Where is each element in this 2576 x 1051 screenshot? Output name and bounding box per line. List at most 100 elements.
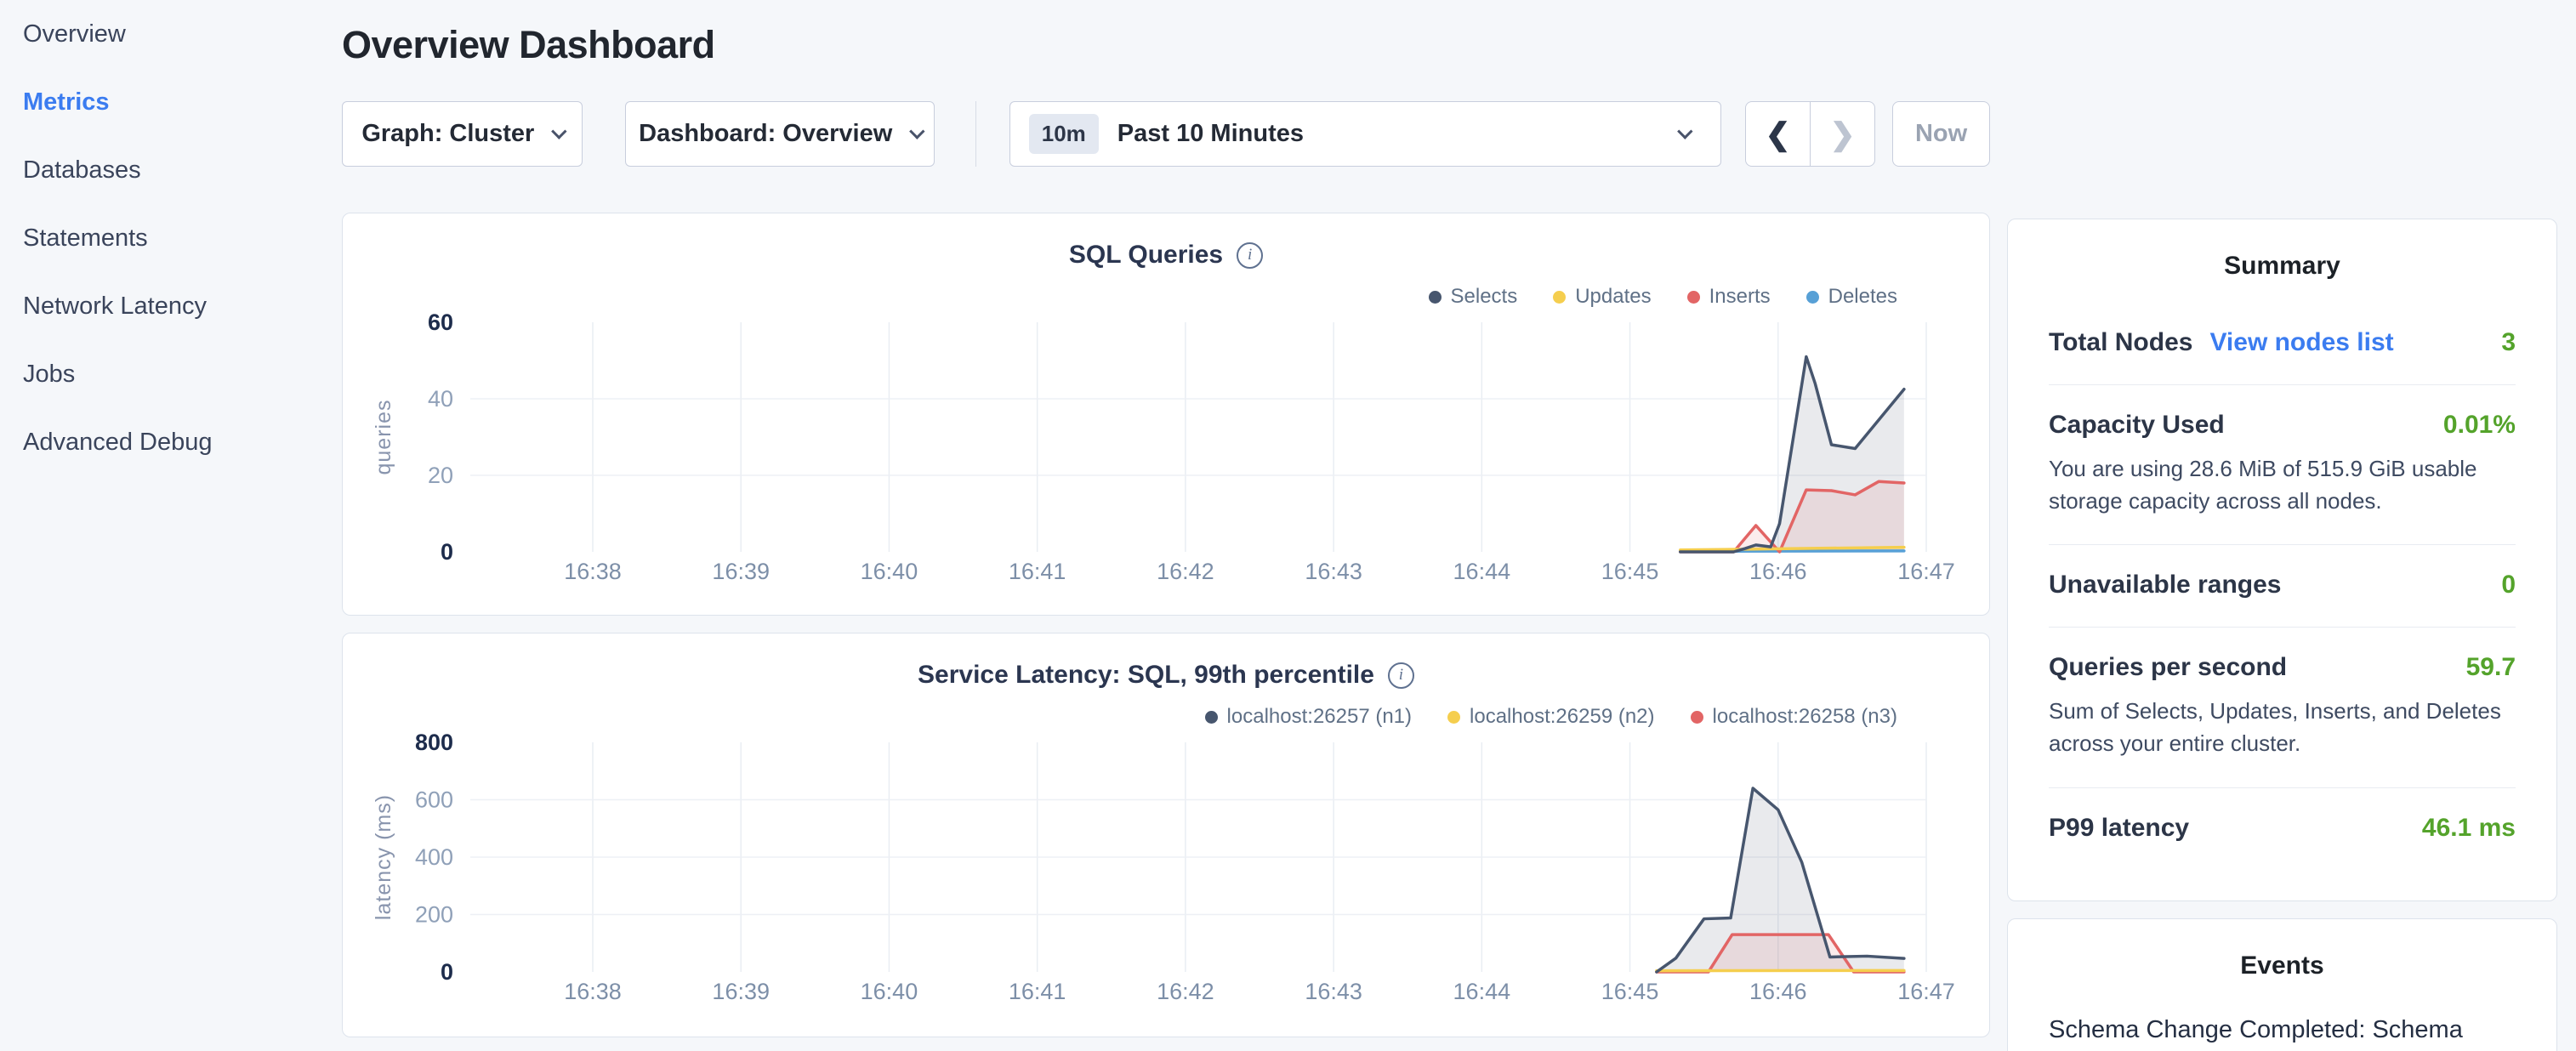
svg-text:16:43: 16:43 <box>1305 559 1362 584</box>
sidebar-item-statements[interactable]: Statements <box>0 204 332 272</box>
info-icon[interactable]: i <box>1388 662 1414 689</box>
legend-dot-icon <box>1806 291 1819 304</box>
legend-dot-icon <box>1691 711 1703 724</box>
info-icon[interactable]: i <box>1237 242 1263 269</box>
summary-value: 3 <box>2501 328 2516 357</box>
graph-dropdown[interactable]: Graph: Cluster <box>342 101 583 167</box>
legend-item: Deletes <box>1806 285 1897 309</box>
sidebar-item-network-latency[interactable]: Network Latency <box>0 272 332 340</box>
legend-item: Inserts <box>1687 285 1771 309</box>
summary-heading: Summary <box>2049 219 2516 281</box>
main-content: Overview Dashboard Graph: Cluster Dashbo… <box>342 0 1990 1037</box>
time-step-buttons: ❮ ❯ <box>1745 101 1875 167</box>
legend-dot-icon <box>1447 711 1460 724</box>
svg-text:queries: queries <box>372 400 395 475</box>
svg-text:20: 20 <box>428 463 453 488</box>
summary-value: 59.7 <box>2466 653 2516 682</box>
sidebar-item-label: Databases <box>23 156 141 185</box>
summary-value: 46.1 ms <box>2422 814 2516 843</box>
chart-title: Service Latency: SQL, 99th percentile <box>918 661 1374 690</box>
time-prev-button[interactable]: ❮ <box>1746 102 1810 166</box>
legend-item: localhost:26258 (n3) <box>1691 705 1897 729</box>
svg-text:16:42: 16:42 <box>1157 979 1214 1004</box>
svg-text:800: 800 <box>415 732 453 755</box>
events-panel: Events Schema Change Completed: Schema c… <box>2007 918 2557 1051</box>
events-heading: Events <box>2049 919 2516 980</box>
time-range-select[interactable]: 10m Past 10 Minutes <box>1009 101 1721 167</box>
summary-description: You are using 28.6 MiB of 515.9 GiB usab… <box>2049 453 2516 517</box>
svg-text:200: 200 <box>415 902 453 928</box>
sql-queries-plot[interactable]: 16:3816:3916:4016:4116:4216:4316:4416:45… <box>343 312 1991 598</box>
svg-text:16:40: 16:40 <box>861 979 918 1004</box>
controls-divider <box>975 101 976 167</box>
svg-text:16:38: 16:38 <box>564 979 622 1004</box>
summary-label: Total Nodes <box>2049 328 2192 357</box>
svg-text:60: 60 <box>428 312 453 335</box>
summary-rows: Total Nodes View nodes list 3 Capacity U… <box>2049 303 2516 870</box>
sidebar-item-metrics[interactable]: Metrics <box>0 68 332 136</box>
svg-text:16:39: 16:39 <box>712 559 770 584</box>
svg-text:16:45: 16:45 <box>1601 559 1659 584</box>
summary-label: P99 latency <box>2049 814 2189 843</box>
legend-label: Deletes <box>1828 285 1897 309</box>
legend-item: Selects <box>1429 285 1518 309</box>
sidebar-item-jobs[interactable]: Jobs <box>0 340 332 408</box>
service-latency-plot[interactable]: 16:3816:3916:4016:4116:4216:4316:4416:45… <box>343 732 1991 1018</box>
event-message: Schema Change Completed: Schema change w… <box>2049 1011 2516 1051</box>
chevron-down-icon <box>909 123 924 139</box>
graph-dropdown-label: Graph: Cluster <box>361 120 534 148</box>
summary-row-unavailable-ranges: Unavailable ranges 0 <box>2049 545 2516 628</box>
time-range-badge: 10m <box>1029 114 1099 154</box>
legend-dot-icon <box>1553 291 1566 304</box>
chart-title: SQL Queries <box>1069 241 1223 270</box>
legend-dot-icon <box>1687 291 1700 304</box>
chart-title-row: SQL Queries i <box>343 213 1989 270</box>
svg-text:16:47: 16:47 <box>1897 979 1955 1004</box>
legend-label: Selects <box>1451 285 1518 309</box>
dashboard-dropdown[interactable]: Dashboard: Overview <box>625 101 935 167</box>
dashboard-controls: Graph: Cluster Dashboard: Overview 10m P… <box>342 101 1990 167</box>
summary-panel: Summary Total Nodes View nodes list 3 Ca… <box>2007 219 2557 901</box>
time-range-label: Past 10 Minutes <box>1117 120 1304 148</box>
sidebar-item-label: Statements <box>23 224 148 253</box>
sql-queries-chart-card: SQL Queries i Selects Updates Inserts Delet… <box>342 213 1990 616</box>
svg-text:16:46: 16:46 <box>1749 979 1807 1004</box>
svg-text:16:41: 16:41 <box>1009 559 1066 584</box>
svg-text:16:46: 16:46 <box>1749 559 1807 584</box>
sidebar-item-label: Overview <box>23 20 126 48</box>
summary-label: Unavailable ranges <box>2049 571 2281 599</box>
svg-text:16:38: 16:38 <box>564 559 622 584</box>
summary-value: 0.01% <box>2443 411 2516 440</box>
sidebar-nav: Overview Metrics Databases Statements Ne… <box>0 0 332 1051</box>
svg-text:600: 600 <box>415 787 453 813</box>
summary-label: Capacity Used <box>2049 411 2225 440</box>
chart-legend: localhost:26257 (n1) localhost:26259 (n2)… <box>343 705 1989 729</box>
legend-item: localhost:26257 (n1) <box>1205 705 1412 729</box>
summary-row-capacity-used: Capacity Used 0.01% You are using 28.6 M… <box>2049 385 2516 545</box>
summary-value: 0 <box>2501 571 2516 599</box>
svg-text:16:43: 16:43 <box>1305 979 1362 1004</box>
svg-text:16:41: 16:41 <box>1009 979 1066 1004</box>
view-nodes-list-link[interactable]: View nodes list <box>2209 328 2393 357</box>
page-title: Overview Dashboard <box>342 23 1990 67</box>
legend-label: Updates <box>1575 285 1651 309</box>
legend-item: localhost:26259 (n2) <box>1447 705 1654 729</box>
sidebar-item-advanced-debug[interactable]: Advanced Debug <box>0 408 332 476</box>
legend-dot-icon <box>1205 711 1218 724</box>
svg-text:0: 0 <box>441 959 453 985</box>
summary-label: Queries per second <box>2049 653 2287 682</box>
svg-text:40: 40 <box>428 386 453 412</box>
svg-text:0: 0 <box>441 539 453 565</box>
time-next-button-disabled[interactable]: ❯ <box>1810 102 1874 166</box>
svg-text:16:45: 16:45 <box>1601 979 1659 1004</box>
sidebar-item-databases[interactable]: Databases <box>0 136 332 204</box>
svg-text:16:44: 16:44 <box>1453 559 1511 584</box>
chevron-down-icon <box>551 123 566 139</box>
legend-label: localhost:26259 (n2) <box>1470 705 1654 729</box>
svg-text:16:40: 16:40 <box>861 559 918 584</box>
right-rail: Summary Total Nodes View nodes list 3 Ca… <box>2007 219 2557 1051</box>
sidebar-item-overview[interactable]: Overview <box>0 0 332 68</box>
legend-label: localhost:26257 (n1) <box>1227 705 1412 729</box>
summary-row-queries-per-second: Queries per second 59.7 Sum of Selects, … <box>2049 628 2516 787</box>
now-button[interactable]: Now <box>1892 101 1990 167</box>
